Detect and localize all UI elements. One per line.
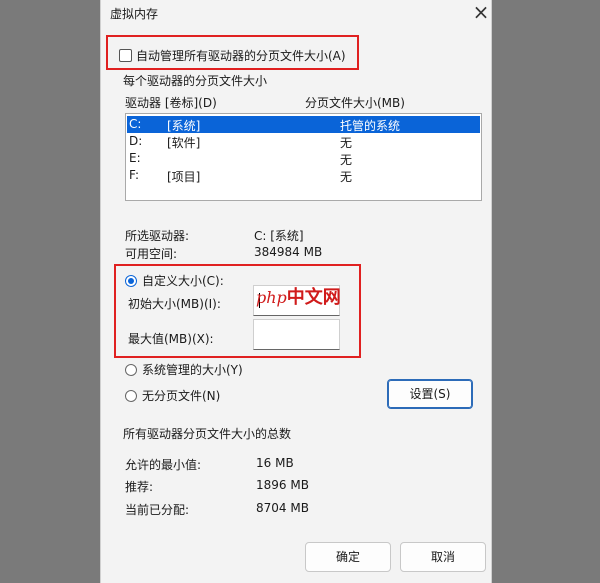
current-allocated-value: 8704 MB xyxy=(256,501,309,515)
cancel-button[interactable]: 取消 xyxy=(400,542,486,572)
virtual-memory-dialog: 虚拟内存 × 自动管理所有驱动器的分页文件大小(A) 每个驱动器的分页文件大小 … xyxy=(100,0,492,583)
current-allocated-label: 当前已分配: xyxy=(125,503,190,517)
drive-letter: E: xyxy=(129,151,141,165)
auto-manage-label: 自动管理所有驱动器的分页文件大小(A) xyxy=(136,49,346,63)
system-managed-label: 系统管理的大小(Y) xyxy=(142,363,243,377)
drive-row-c[interactable]: C: [系统] 托管的系统 xyxy=(127,116,480,133)
selected-drive-label: 所选驱动器: xyxy=(125,229,190,243)
max-size-input[interactable] xyxy=(253,319,340,350)
custom-size-label: 自定义大小(C): xyxy=(142,274,224,288)
dialog-title: 虚拟内存 xyxy=(110,7,159,21)
max-size-label: 最大值(MB)(X): xyxy=(128,332,214,346)
close-icon[interactable]: × xyxy=(469,1,493,25)
no-paging-label: 无分页文件(N) xyxy=(142,389,221,403)
system-managed-radio[interactable]: 系统管理的大小(Y) xyxy=(125,361,243,378)
drive-letter: C: xyxy=(129,117,142,131)
drive-letter: F: xyxy=(129,168,140,182)
auto-manage-checkbox[interactable]: 自动管理所有驱动器的分页文件大小(A) xyxy=(119,47,346,69)
drive-size: 托管的系统 xyxy=(340,119,401,133)
per-drive-legend: 每个驱动器的分页文件大小 xyxy=(121,74,270,88)
column-header-drive: 驱动器 [卷标](D) xyxy=(125,96,217,110)
set-button[interactable]: 设置(S) xyxy=(387,379,473,409)
selected-drive-value: C: [系统] xyxy=(254,229,304,243)
drive-size: 无 xyxy=(340,170,353,184)
radio-unselected-icon[interactable] xyxy=(125,390,137,402)
custom-size-radio[interactable]: 自定义大小(C): xyxy=(125,272,224,289)
min-allowed-value: 16 MB xyxy=(256,456,294,470)
php-cn-watermark: php中文网 xyxy=(256,287,341,308)
drive-row-f[interactable]: F: [项目] 无 xyxy=(127,167,480,184)
free-space-value: 384984 MB xyxy=(254,245,323,259)
drive-letter: D: xyxy=(129,134,143,148)
drive-label: [软件] xyxy=(167,136,201,150)
radio-selected-icon[interactable] xyxy=(125,275,137,287)
initial-size-label: 初始大小(MB)(I): xyxy=(128,297,221,311)
drive-row-d[interactable]: D: [软件] 无 xyxy=(127,133,480,150)
checkbox-box[interactable] xyxy=(119,49,132,62)
free-space-label: 可用空间: xyxy=(125,247,178,261)
recommended-value: 1896 MB xyxy=(256,478,309,492)
drive-size: 无 xyxy=(340,153,353,167)
column-header-size: 分页文件大小(MB) xyxy=(305,96,405,110)
drive-label: [项目] xyxy=(167,170,201,184)
min-allowed-label: 允许的最小值: xyxy=(125,458,202,472)
drive-listbox[interactable]: C: [系统] 托管的系统 D: [软件] 无 E: 无 F: [项目] 无 xyxy=(125,113,482,201)
no-paging-radio[interactable]: 无分页文件(N) xyxy=(125,387,220,404)
ok-button[interactable]: 确定 xyxy=(305,542,391,572)
drive-row-e[interactable]: E: 无 xyxy=(127,150,480,167)
recommended-label: 推荐: xyxy=(125,480,154,494)
radio-unselected-icon[interactable] xyxy=(125,364,137,376)
drive-label: [系统] xyxy=(167,119,201,133)
drive-size: 无 xyxy=(340,136,353,150)
totals-legend: 所有驱动器分页文件大小的总数 xyxy=(121,427,294,441)
